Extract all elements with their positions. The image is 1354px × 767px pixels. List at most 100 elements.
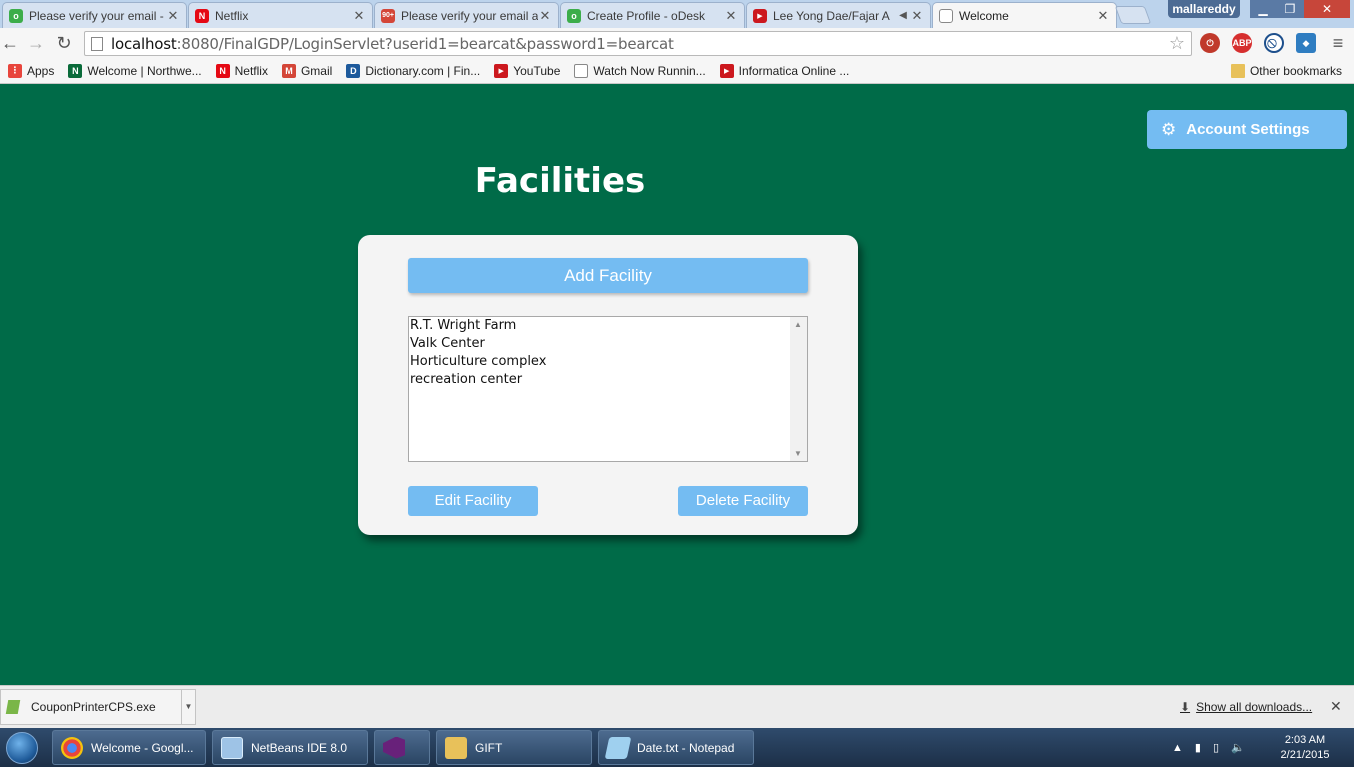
page-content: ⚙ Account Settings Facilities Add Facili… — [0, 85, 1354, 685]
download-arrow-icon: ⬇ — [1180, 700, 1191, 714]
close-icon[interactable]: ✕ — [166, 8, 180, 24]
page-icon — [574, 63, 589, 78]
menu-icon[interactable]: ≡ — [1328, 33, 1348, 53]
taskbar-item-notepad[interactable]: Date.txt - Notepad — [598, 730, 754, 765]
bookmark-star-icon[interactable]: ☆ — [1169, 33, 1185, 54]
apps-icon: ⋮ — [8, 63, 22, 78]
new-tab-button[interactable] — [1114, 6, 1152, 24]
bookmark-label: Apps — [27, 63, 55, 78]
taskbar-item-netbeans[interactable]: NetBeans IDE 8.0 — [212, 730, 368, 765]
bookmark-label: YouTube — [513, 63, 561, 78]
browser-tab-strip: o Please verify your email - ✕ N Netflix… — [0, 0, 1354, 28]
show-all-downloads-label: Show all downloads... — [1196, 700, 1313, 714]
scroll-up-icon[interactable]: ▲ — [794, 320, 802, 329]
tab-verify-email-gmail[interactable]: 90+ Please verify your email a ✕ — [374, 2, 559, 28]
taskbar-item-visual-studio[interactable] — [374, 730, 430, 765]
tab-create-profile[interactable]: o Create Profile - oDesk ✕ — [560, 2, 745, 28]
page-title: Facilities — [474, 161, 646, 201]
close-icon[interactable]: ✕ — [1096, 8, 1110, 24]
tab-welcome[interactable]: Welcome ✕ — [932, 2, 1117, 28]
taskbar-item-chrome[interactable]: Welcome - Googl... — [52, 730, 206, 765]
taskbar-item-label: GIFT — [475, 740, 503, 755]
user-profile-badge[interactable]: mallareddy — [1168, 0, 1240, 18]
list-item[interactable]: Horticulture complex — [409, 353, 807, 371]
close-icon[interactable]: ✕ — [724, 8, 738, 24]
close-icon[interactable]: ✕ — [1330, 698, 1342, 715]
bookmark-watch-now[interactable]: Watch Now Runnin... — [574, 63, 706, 78]
bookmark-netflix[interactable]: N Netflix — [215, 63, 268, 78]
list-item[interactable]: R.T. Wright Farm — [409, 317, 807, 335]
taskbar-item-label: Welcome - Googl... — [91, 740, 194, 755]
bookmark-label: Welcome | Northwe... — [87, 63, 202, 78]
scrollbar[interactable]: ▲ ▼ — [790, 317, 807, 461]
system-tray: ▲ ▮ ▯ 🔈 — [1172, 728, 1257, 767]
maximize-button[interactable]: ❐ — [1276, 0, 1304, 18]
reload-icon[interactable]: ↻ — [54, 33, 74, 53]
other-bookmarks[interactable]: Other bookmarks — [1230, 63, 1342, 78]
add-facility-button[interactable]: Add Facility — [408, 258, 808, 293]
power-extension-icon[interactable]: ⏻ — [1200, 33, 1220, 53]
scroll-down-icon[interactable]: ▼ — [794, 449, 802, 458]
bookmark-dictionary[interactable]: D Dictionary.com | Fin... — [346, 63, 481, 78]
network-icon[interactable]: ▮ — [1195, 741, 1201, 754]
speaker-icon: ◀ — [899, 10, 907, 21]
download-shelf: CouponPrinterCPS.exe ▼ ⬇ Show all downlo… — [0, 685, 1354, 728]
close-icon[interactable]: ✕ — [538, 8, 552, 24]
back-arrow-icon[interactable]: ← — [0, 33, 20, 53]
youtube-icon: ▶ — [494, 63, 509, 78]
bookmark-label: Gmail — [300, 63, 333, 78]
download-item[interactable]: CouponPrinterCPS.exe ▼ — [0, 689, 196, 725]
battery-icon[interactable]: ▯ — [1213, 741, 1219, 754]
youtube-icon: ▶ — [753, 8, 767, 23]
netflix-icon: N — [215, 63, 230, 78]
gmail-icon: M — [281, 63, 296, 78]
bookmark-northwest[interactable]: N Welcome | Northwe... — [68, 63, 202, 78]
bookmark-gmail[interactable]: M Gmail — [281, 63, 333, 78]
netbeans-icon — [221, 736, 243, 759]
extension-icon[interactable]: ◆ — [1296, 33, 1316, 53]
tab-title: Lee Yong Dae/Fajar A — [773, 8, 890, 23]
window-close-button[interactable]: ✕ — [1304, 0, 1350, 18]
close-icon[interactable]: ✕ — [910, 8, 924, 24]
bookmark-informatica[interactable]: ▶ Informatica Online ... — [719, 63, 849, 78]
edit-facility-button[interactable]: Edit Facility — [408, 486, 538, 516]
block-extension-icon[interactable]: ⃠ — [1264, 33, 1284, 53]
forward-arrow-icon[interactable]: → — [26, 33, 46, 53]
tab-title: Netflix — [215, 8, 249, 23]
folder-icon — [1230, 63, 1245, 78]
tab-netflix[interactable]: N Netflix ✕ — [188, 2, 373, 28]
bookmark-youtube[interactable]: ▶ YouTube — [494, 63, 561, 78]
taskbar-item-gift-folder[interactable]: GIFT — [436, 730, 592, 765]
odesk-icon: o — [567, 8, 581, 23]
adblock-icon[interactable]: ABP — [1232, 33, 1252, 53]
show-hidden-icons-icon[interactable]: ▲ — [1172, 742, 1183, 754]
address-bar[interactable]: localhost:8080/FinalGDP/LoginServlet?use… — [84, 31, 1192, 56]
list-item[interactable]: Valk Center — [409, 335, 807, 353]
delete-facility-button[interactable]: Delete Facility — [678, 486, 808, 516]
odesk-icon: o — [9, 8, 23, 23]
account-settings-button[interactable]: ⚙ Account Settings — [1147, 110, 1347, 149]
dictionary-icon: D — [346, 63, 361, 78]
folder-icon — [445, 736, 467, 759]
minimize-button[interactable]: ▁ — [1250, 0, 1276, 18]
tab-title: Please verify your email - — [29, 8, 164, 23]
chrome-icon — [61, 736, 83, 759]
system-clock[interactable]: 2:03 AM 2/21/2015 — [1270, 733, 1340, 763]
bookmark-label: Netflix — [234, 63, 268, 78]
show-all-downloads-link[interactable]: ⬇ Show all downloads... — [1180, 700, 1312, 714]
bookmark-apps[interactable]: ⋮ Apps — [8, 63, 55, 78]
facilities-listbox[interactable]: R.T. Wright Farm Valk Center Horticultur… — [408, 316, 808, 462]
chevron-down-icon[interactable]: ▼ — [181, 690, 195, 724]
account-settings-label: Account Settings — [1186, 121, 1310, 138]
tab-title: Create Profile - oDesk — [587, 8, 706, 23]
start-button[interactable] — [0, 729, 44, 767]
volume-icon[interactable]: 🔈 — [1231, 741, 1245, 754]
close-icon[interactable]: ✕ — [352, 8, 366, 24]
tab-verify-email-odesk[interactable]: o Please verify your email - ✕ — [2, 2, 187, 28]
netflix-icon: N — [195, 8, 209, 23]
download-file-icon — [5, 700, 21, 714]
browser-toolbar: ← → ↻ localhost:8080/FinalGDP/LoginServl… — [0, 28, 1354, 58]
list-item[interactable]: recreation center — [409, 371, 807, 389]
tab-youtube-video[interactable]: ▶ Lee Yong Dae/Fajar A ◀ ✕ — [746, 2, 931, 28]
bookmark-label: Dictionary.com | Fin... — [365, 63, 481, 78]
